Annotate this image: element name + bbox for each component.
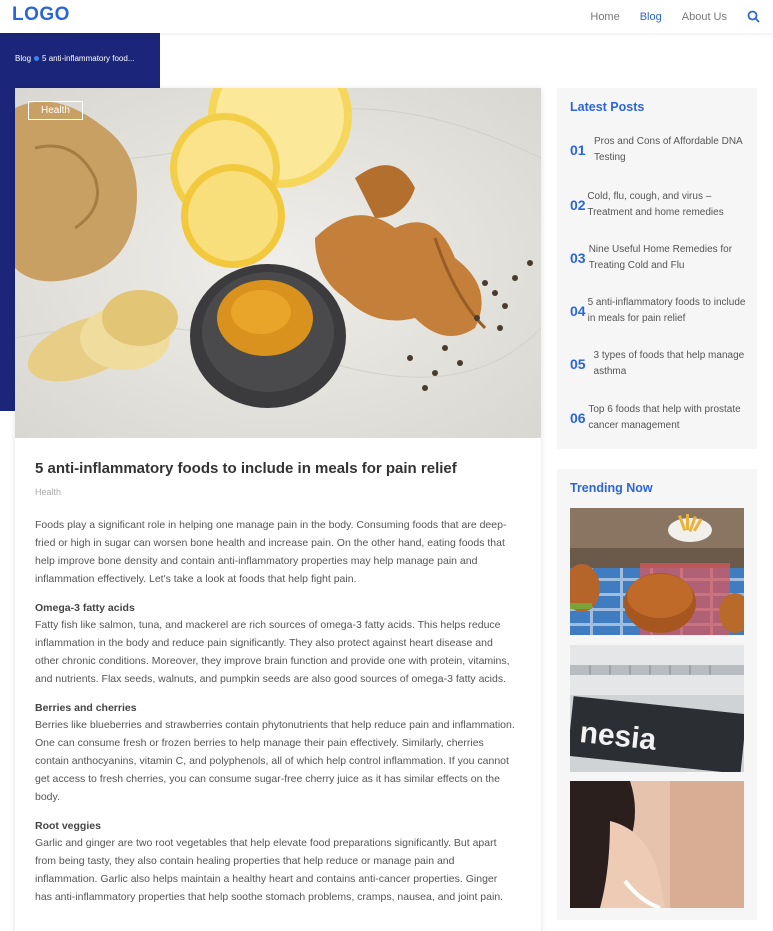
- latest-post-item[interactable]: 03 Nine Useful Home Remedies for Treatin…: [570, 242, 750, 274]
- section-text: Fatty fish like salmon, tuna, and macker…: [35, 619, 510, 685]
- trending-thumbnail-anesthesia[interactable]: nesia: [570, 645, 744, 772]
- post-title-link[interactable]: Top 6 foods that help with prostate canc…: [588, 402, 750, 434]
- post-number: 05: [570, 356, 586, 372]
- post-title-link[interactable]: Cold, flu, cough, and virus – Treatment …: [587, 189, 750, 221]
- section-heading: Root veggies: [35, 820, 101, 832]
- post-title-link[interactable]: Pros and Cons of Affordable DNA Testing: [594, 134, 750, 166]
- post-number: 04: [570, 303, 586, 319]
- post-title-link[interactable]: 3 types of foods that help manage asthma: [594, 348, 750, 380]
- latest-post-item[interactable]: 05 3 types of foods that help manage ast…: [570, 348, 750, 380]
- nav-about-link[interactable]: About Us: [682, 11, 727, 23]
- top-navigation-bar: LOGO Home Blog About Us: [0, 0, 773, 33]
- post-title-link[interactable]: Nine Useful Home Remedies for Treating C…: [589, 242, 750, 274]
- article-body: Foods play a significant role in helping…: [35, 516, 515, 918]
- breadcrumb-blog-link[interactable]: Blog: [15, 54, 31, 63]
- latest-posts-widget: Latest Posts 01 Pros and Cons of Afforda…: [557, 88, 757, 449]
- nav-home-link[interactable]: Home: [590, 11, 619, 23]
- breadcrumb-separator-icon: [34, 56, 40, 61]
- article-intro: Foods play a significant role in helping…: [35, 519, 507, 585]
- section-text: Berries like blueberries and strawberrie…: [35, 719, 515, 803]
- post-number: 06: [570, 410, 586, 426]
- latest-posts-title: Latest Posts: [570, 100, 645, 114]
- search-icon[interactable]: [745, 9, 761, 25]
- section-heading: Berries and cherries: [35, 702, 137, 714]
- breadcrumb: Blog 5 anti-inflammatory food...: [15, 54, 135, 63]
- trending-now-title: Trending Now: [570, 481, 653, 495]
- latest-post-item[interactable]: 04 5 anti-inflammatory foods to include …: [570, 295, 750, 327]
- article-card: Health 5 anti-inflammatory foods to incl…: [15, 88, 541, 931]
- post-number: 01: [570, 142, 586, 158]
- section-heading: Omega-3 fatty acids: [35, 602, 135, 614]
- post-number: 02: [570, 197, 586, 213]
- nav-blog-link[interactable]: Blog: [640, 11, 662, 23]
- article-title: 5 anti-inflammatory foods to include in …: [35, 460, 457, 477]
- latest-post-item[interactable]: 06 Top 6 foods that help with prostate c…: [570, 402, 750, 434]
- post-title-link[interactable]: 5 anti-inflammatory foods to include in …: [588, 295, 750, 327]
- article-tag-chip[interactable]: Health: [28, 101, 83, 120]
- post-number: 03: [570, 250, 586, 266]
- breadcrumb-current: 5 anti-inflammatory food...: [42, 54, 135, 63]
- main-nav: Home Blog About Us: [570, 0, 761, 33]
- trending-thumbnail-woman[interactable]: [570, 781, 744, 908]
- article-hero-image: Health: [15, 88, 541, 438]
- latest-post-item[interactable]: 01 Pros and Cons of Affordable DNA Testi…: [570, 134, 750, 166]
- article-category[interactable]: Health: [35, 487, 61, 497]
- trending-thumbnail-burgers[interactable]: [570, 508, 744, 635]
- site-logo[interactable]: LOGO: [12, 4, 70, 26]
- trending-now-widget: Trending Now nesia: [557, 469, 757, 920]
- section-text: Garlic and ginger are two root vegetable…: [35, 837, 504, 903]
- latest-post-item[interactable]: 02 Cold, flu, cough, and virus – Treatme…: [570, 189, 750, 221]
